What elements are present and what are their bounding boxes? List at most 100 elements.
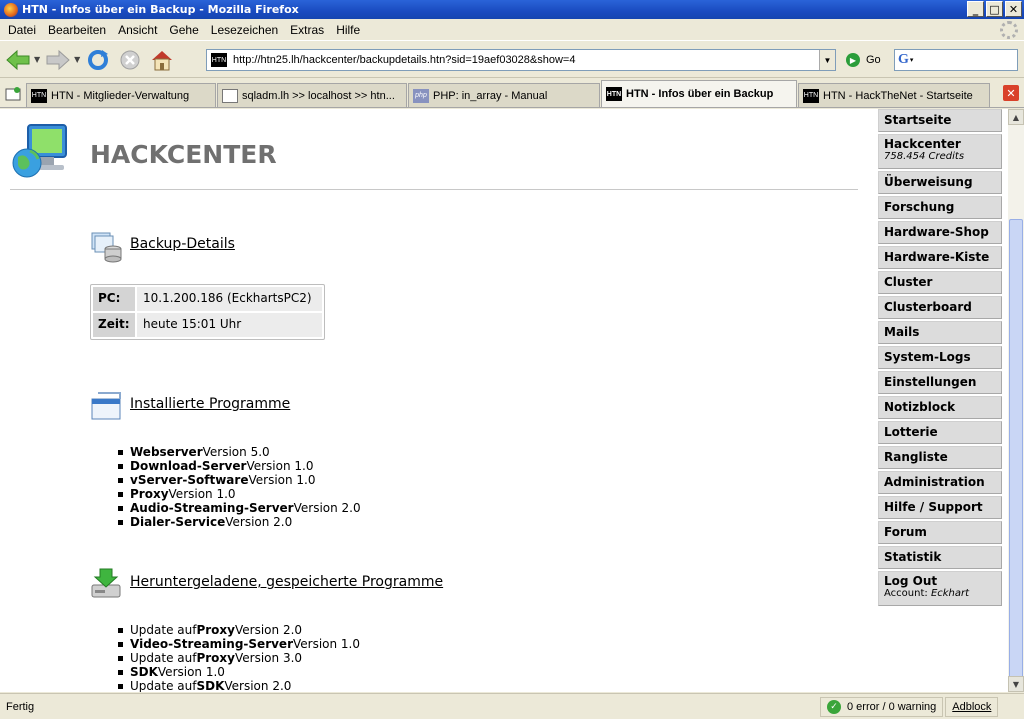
htn-favicon-icon: HTN — [606, 87, 622, 101]
close-window-button[interactable]: ✕ — [1005, 1, 1022, 17]
database-backup-icon — [91, 232, 122, 263]
forward-arrow-icon — [46, 49, 70, 70]
tab-label: PHP: in_array - Manual — [433, 89, 548, 102]
sidebar-item-einstellungen[interactable]: Einstellungen — [878, 371, 1002, 394]
tab-startseite[interactable]: HTN HTN - HackTheNet - Startseite — [798, 83, 990, 107]
back-arrow-icon — [6, 49, 30, 70]
close-tab-button[interactable]: ✕ — [1003, 85, 1019, 101]
sidebar-item-label: Hackcenter — [884, 137, 961, 151]
forward-button[interactable] — [44, 46, 72, 74]
downloaded-programs-link[interactable]: Heruntergeladene, gespeicherte Programme — [130, 574, 443, 590]
sidebar-item-hilfe-support[interactable]: Hilfe / Support — [878, 496, 1002, 519]
url-bar[interactable]: HTN http://htn25.lh/hackcenter/backupdet… — [206, 49, 836, 71]
installed-programs-link[interactable]: Installierte Programme — [130, 396, 290, 412]
sidebar-item-ueberweisung[interactable]: Überweisung — [878, 171, 1002, 194]
tab-label: HTN - HackTheNet - Startseite — [823, 89, 973, 102]
htn-favicon-icon: HTN — [31, 88, 47, 103]
window-title: HTN - Infos über ein Backup - Mozilla Fi… — [22, 3, 299, 16]
menu-bearbeiten[interactable]: Bearbeiten — [42, 23, 112, 37]
menu-datei[interactable]: Datei — [2, 23, 42, 37]
scroll-down-icon[interactable]: ▼ — [1008, 676, 1024, 692]
time-value: heute 15:01 Uhr — [137, 313, 322, 337]
page-content: HACKCENTER Backup-Details PC: 10.1.200.1… — [0, 109, 1008, 692]
google-icon[interactable]: G — [898, 52, 909, 68]
list-item: Audio-Streaming-Server Version 2.0 — [118, 501, 361, 515]
status-bar: Fertig ✓ 0 error / 0 warning Adblock — [0, 693, 1024, 719]
computer-globe-icon — [12, 124, 67, 178]
tab-php-manual[interactable]: php PHP: in_array - Manual — [408, 83, 600, 107]
list-item: Update auf Proxy Version 2.0 — [118, 623, 360, 637]
new-tab-button[interactable] — [0, 81, 26, 107]
scrollbar-thumb[interactable] — [1009, 219, 1023, 691]
tab-sqladm[interactable]: sqladm.lh >> localhost >> htn... — [217, 83, 407, 107]
sidebar-item-lotterie[interactable]: Lotterie — [878, 421, 1002, 444]
sidebar-item-cluster[interactable]: Cluster — [878, 271, 1002, 294]
tab-label: HTN - Infos über ein Backup — [626, 88, 774, 100]
reload-button[interactable] — [84, 46, 112, 74]
new-tab-icon — [5, 87, 21, 101]
maximize-button[interactable]: □ — [986, 1, 1003, 17]
sidebar-item-hackcenter[interactable]: Hackcenter 758.454 Credits — [878, 134, 1002, 169]
sidebar-item-hardware-kiste[interactable]: Hardware-Kiste — [878, 246, 1002, 269]
sidebar-item-startseite[interactable]: Startseite — [878, 109, 1002, 132]
sidebar-item-clusterboard[interactable]: Clusterboard — [878, 296, 1002, 319]
html-validator-status[interactable]: ✓ 0 error / 0 warning — [820, 696, 944, 717]
backup-details-link[interactable]: Backup-Details — [130, 236, 235, 252]
forward-dropdown-icon[interactable]: ▼ — [74, 55, 80, 64]
credits-text: 758.454 Credits — [884, 151, 965, 162]
minimize-button[interactable]: _ — [967, 1, 984, 17]
divider — [10, 189, 858, 190]
navigation-toolbar: ▼ ▼ HTN http://htn25.lh/hackcenter/backu… — [0, 42, 1024, 78]
adblock-button[interactable]: Adblock — [945, 696, 999, 717]
go-label: Go — [866, 54, 881, 66]
sidebar-item-forum[interactable]: Forum — [878, 521, 1002, 544]
htn-favicon-icon: HTN — [803, 88, 819, 103]
url-text[interactable]: http://htn25.lh/hackcenter/backupdetails… — [233, 54, 575, 66]
list-item: Update auf Proxy Version 3.0 — [118, 651, 360, 665]
sidebar-item-forschung[interactable]: Forschung — [878, 196, 1002, 219]
list-item: Dialer-Service Version 2.0 — [118, 515, 361, 529]
site-favicon-icon: HTN — [211, 53, 227, 67]
back-dropdown-icon[interactable]: ▼ — [34, 55, 40, 64]
download-drive-icon — [91, 568, 121, 598]
throbber-icon — [1000, 21, 1018, 39]
document-icon — [222, 88, 238, 103]
sidebar-item-system-logs[interactable]: System-Logs — [878, 346, 1002, 369]
list-item: SDK Version 1.0 — [118, 665, 360, 679]
search-engine-dropdown-icon[interactable]: ▾ — [910, 56, 914, 64]
installed-programs-list: Webserver Version 5.0 Download-Server Ve… — [118, 445, 361, 529]
sidebar-item-hardware-shop[interactable]: Hardware-Shop — [878, 221, 1002, 244]
account-text: Account: Eckhart — [884, 588, 970, 599]
sidebar-item-statistik[interactable]: Statistik — [878, 546, 1002, 569]
check-icon: ✓ — [827, 699, 841, 714]
sidebar-item-rangliste[interactable]: Rangliste — [878, 446, 1002, 469]
back-button[interactable] — [4, 46, 32, 74]
window-titlebar: HTN - Infos über ein Backup - Mozilla Fi… — [0, 0, 1024, 19]
sidebar-item-notizblock[interactable]: Notizblock — [878, 396, 1002, 419]
sidebar-item-logout[interactable]: Log Out Account: Eckhart — [878, 571, 1002, 606]
url-dropdown-icon[interactable]: ▼ — [819, 50, 835, 70]
menu-gehe[interactable]: Gehe — [163, 23, 204, 37]
scroll-up-icon[interactable]: ▲ — [1008, 109, 1024, 125]
go-button[interactable]: ▶ Go — [846, 53, 881, 67]
pc-key: PC: — [93, 287, 135, 311]
stop-button[interactable] — [116, 46, 144, 74]
table-row: Zeit: heute 15:01 Uhr — [93, 313, 322, 337]
php-favicon-icon: php — [413, 88, 429, 103]
time-key: Zeit: — [93, 313, 135, 337]
sidebar-item-mails[interactable]: Mails — [878, 321, 1002, 344]
go-arrow-icon: ▶ — [846, 53, 860, 67]
home-button[interactable] — [148, 46, 176, 74]
downloaded-programs-list: Update auf Proxy Version 2.0 Video-Strea… — [118, 623, 360, 692]
sidebar-item-administration[interactable]: Administration — [878, 471, 1002, 494]
menu-lesezeichen[interactable]: Lesezeichen — [205, 23, 284, 37]
vertical-scrollbar[interactable]: ▲ ▼ — [1008, 109, 1024, 692]
menu-extras[interactable]: Extras — [284, 23, 330, 37]
tab-mitglieder[interactable]: HTN HTN - Mitglieder-Verwaltung — [26, 83, 216, 107]
page-title: HACKCENTER — [90, 140, 277, 169]
search-input[interactable]: G ▾ — [894, 49, 1018, 71]
tab-backup-infos[interactable]: HTN HTN - Infos über ein Backup — [601, 80, 797, 107]
menu-hilfe[interactable]: Hilfe — [330, 23, 366, 37]
window-program-icon — [91, 392, 121, 420]
menu-ansicht[interactable]: Ansicht — [112, 23, 163, 37]
